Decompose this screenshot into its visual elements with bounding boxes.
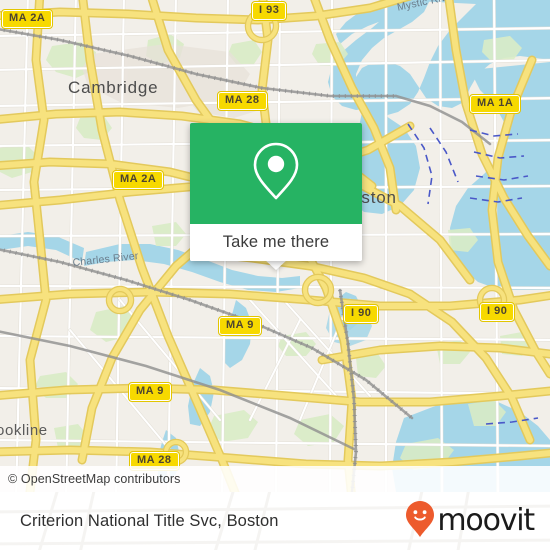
map-attribution[interactable]: © OpenStreetMap contributors [0,466,550,492]
footer-bar: Criterion National Title Svc, Boston moo… [0,492,550,550]
take-me-there-label: Take me there [222,233,330,251]
highway-shield-ma-2a-north[interactable]: MA 2A [0,9,54,29]
highway-shield-ma-2a-mid[interactable]: MA 2A [111,170,165,190]
highway-shield-ma-28-north[interactable]: MA 28 [217,91,268,111]
highway-shield-ma-9-east[interactable]: MA 9 [218,316,262,336]
take-me-there-button[interactable]: Take me there [190,224,362,261]
moovit-wordmark: moovit [437,502,535,538]
attribution-text: © OpenStreetMap contributors [8,472,181,486]
poi-card-header [190,123,362,224]
highway-shield-ma-1a[interactable]: MA 1A [468,94,522,114]
highway-shield-ma-9-west[interactable]: MA 9 [128,382,172,402]
moovit-map-screen: .w { fill:#a5d6e8; } .pk { fill:#d9ecc6;… [0,0,550,550]
poi-card[interactable]: Take me there [190,123,362,261]
moovit-logo[interactable]: moovit [405,500,535,543]
place-title: Criterion National Title Svc, Boston [20,511,279,530]
highway-shield-i-90-east[interactable]: I 90 [478,302,516,322]
moovit-smile-pin-icon [405,500,435,543]
poi-card-pointer [265,260,287,270]
map-pin-icon [249,140,303,207]
highway-shield-i-93[interactable]: I 93 [250,1,288,21]
highway-shield-i-90-center[interactable]: I 90 [342,304,380,324]
